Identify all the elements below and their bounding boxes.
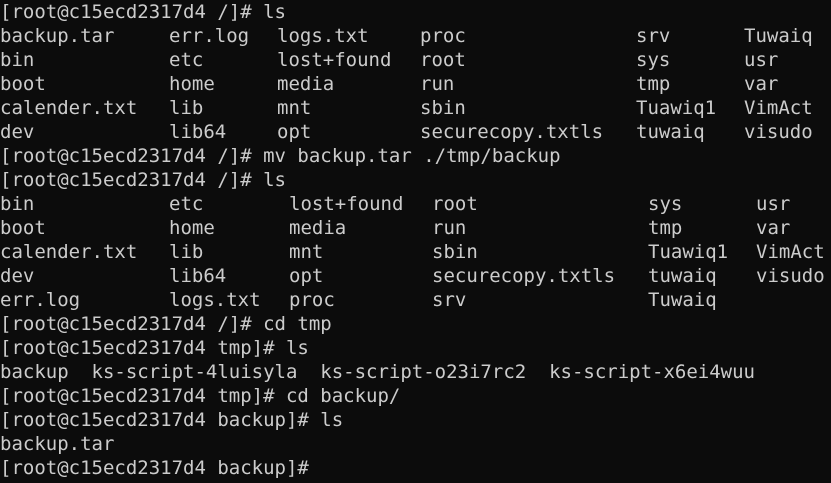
listing-entry: boot [0,73,46,95]
listing-row: dev lib64 opt securecopy.txtls tuwaiq visudo [0,120,831,144]
listing-entry: dev [0,265,35,287]
listing-entry: tmp [648,217,683,239]
listing-entry: bin [0,49,35,71]
listing-entry: srv [432,289,467,311]
listing-entry: boot [0,217,46,239]
listing-entry: lost+found [277,49,392,71]
listing-entry: VimAct [744,97,813,119]
listing-entry: proc [420,25,466,47]
listing-entry: run [420,73,455,95]
listing-entry: Tuawiq1 [648,241,729,263]
prompt-line: [root@c15ecd2317d4 tmp]# ls [0,336,831,360]
listing-entry: Tuwaiq [648,289,717,311]
output-text: backup.tar [0,433,115,455]
listing-entry: securecopy.txtls [420,121,604,143]
listing-row: calender.txt lib mnt sbin Tuawiq1 VimAct [0,240,831,264]
listing-entry: visudo [744,121,813,143]
listing-entry: logs.txt [169,289,261,311]
command-text: [root@c15ecd2317d4 tmp]# cd backup/ [0,385,401,407]
listing-entry: home [169,217,215,239]
command-text: [root@c15ecd2317d4 /]# ls [0,1,286,23]
listing-entry: run [432,217,467,239]
command-text: [root@c15ecd2317d4 /]# ls [0,169,286,191]
listing-entry: usr [756,193,791,215]
listing-entry: usr [744,49,779,71]
listing-entry: opt [277,121,312,143]
listing-entry: bin [0,193,35,215]
output-line: backup ks-script-4luisyla ks-script-o23i… [0,360,831,384]
listing-row: boot home media run tmp var [0,216,831,240]
listing-row: err.log logs.txt proc srv Tuwaiq [0,288,831,312]
prompt-line: [root@c15ecd2317d4 /]# mv backup.tar ./t… [0,144,831,168]
listing-entry: backup.tar [0,25,115,47]
command-text: [root@c15ecd2317d4 backup]# ls [0,409,344,431]
listing-entry: err.log [0,289,81,311]
listing-entry: proc [289,289,335,311]
listing-entry: calender.txt [0,241,138,263]
prompt-line: [root@c15ecd2317d4 tmp]# cd backup/ [0,384,831,408]
listing-entry: securecopy.txtls [432,265,616,287]
cursor [309,458,319,477]
listing-entry: home [169,73,215,95]
listing-entry: srv [636,25,671,47]
command-text: [root@c15ecd2317d4 /]# mv backup.tar ./t… [0,145,561,167]
listing-entry: calender.txt [0,97,138,119]
terminal-output: [root@c15ecd2317d4 /]# ls backup.tar err.l… [0,0,831,480]
listing-entry: Tuawiq1 [636,97,717,119]
command-text: [root@c15ecd2317d4 backup]# [0,457,309,479]
listing-entry: lib64 [169,121,227,143]
listing-row: calender.txt lib mnt sbin Tuawiq1 VimAct [0,96,831,120]
listing-entry: etc [169,49,204,71]
listing-entry: VimAct [756,241,825,263]
command-text: [root@c15ecd2317d4 tmp]# ls [0,337,309,359]
listing-entry: sys [648,193,683,215]
prompt-line: [root@c15ecd2317d4 /]# cd tmp [0,312,831,336]
listing-entry: media [289,217,347,239]
listing-entry: tuwaiq [636,121,705,143]
listing-entry: lib [169,241,204,263]
listing-entry: mnt [277,97,312,119]
listing-row: backup.tar err.log logs.txt proc srv Tuwaiq [0,24,831,48]
listing-entry: var [756,217,791,239]
listing-entry: visudo [756,265,825,287]
listing-entry: tmp [636,73,671,95]
listing-entry: lost+found [289,193,404,215]
listing-entry: err.log [169,25,250,47]
listing-entry: Tuwaiq [744,25,813,47]
command-text: [root@c15ecd2317d4 /]# cd tmp [0,313,332,335]
listing-entry: media [277,73,335,95]
listing-row: dev lib64 opt securecopy.txtls tuwaiq visudo [0,264,831,288]
listing-entry: etc [169,193,204,215]
listing-entry: tuwaiq [648,265,717,287]
listing-entry: lib [169,97,204,119]
prompt-line: [root@c15ecd2317d4 /]# ls [0,0,831,24]
listing-entry: sbin [420,97,466,119]
output-text: backup ks-script-4luisyla ks-script-o23i… [0,361,755,383]
listing-entry: sbin [432,241,478,263]
listing-entry: logs.txt [277,25,369,47]
prompt-line: [root@c15ecd2317d4 backup]# ls [0,408,831,432]
output-line: backup.tar [0,432,831,456]
listing-entry: mnt [289,241,324,263]
listing-row: bin etc lost+found root sys usr [0,48,831,72]
prompt-line: [root@c15ecd2317d4 /]# ls [0,168,831,192]
listing-entry: var [744,73,779,95]
prompt-line: [root@c15ecd2317d4 backup]# [0,456,831,480]
listing-entry: dev [0,121,35,143]
terminal-window[interactable]: [root@c15ecd2317d4 /]# ls backup.tar err.l… [0,0,831,483]
listing-entry: root [420,49,466,71]
listing-entry: sys [636,49,671,71]
listing-row: boot home media run tmp var [0,72,831,96]
listing-row: bin etc lost+found root sys usr [0,192,831,216]
listing-entry: lib64 [169,265,227,287]
listing-entry: opt [289,265,324,287]
listing-entry: root [432,193,478,215]
